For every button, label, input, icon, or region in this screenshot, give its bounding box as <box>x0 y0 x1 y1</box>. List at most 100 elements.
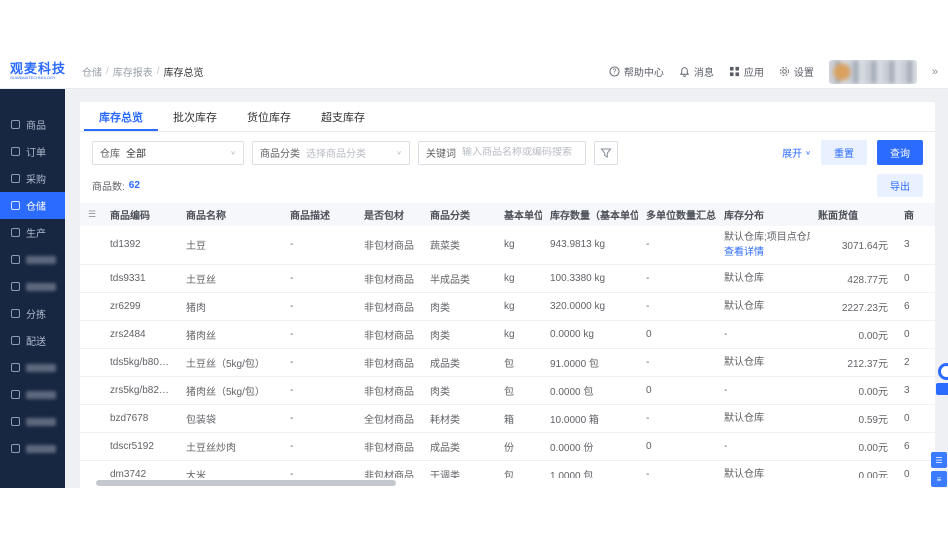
grid-icon <box>729 66 739 77</box>
cell-unit: 份 <box>496 432 542 461</box>
cell-multi: 0 <box>638 432 716 461</box>
feedback-float-icon[interactable] <box>938 363 948 380</box>
tab-batch[interactable]: 批次库存 <box>158 102 232 131</box>
row-gutter <box>80 348 102 377</box>
app-logo[interactable]: 观麦科技 GUANMAITECHNOLOGY <box>10 62 72 81</box>
cell-pack: 非包材商品 <box>356 460 422 478</box>
row-gutter <box>80 432 102 461</box>
cell-desc: - <box>282 226 356 265</box>
chevron-right-icon[interactable]: » <box>932 66 938 78</box>
warehouse-distribution: 默认仓库 <box>724 272 764 284</box>
sidebar-item-purchase[interactable]: 采购 <box>0 165 65 192</box>
cell-cat: 耗材类 <box>422 404 496 433</box>
tab-location[interactable]: 货位库存 <box>232 102 306 131</box>
cell-desc: - <box>282 292 356 321</box>
sidebar-item-production[interactable]: 生产 <box>0 219 65 246</box>
sidebar-item-warehouse[interactable]: 仓储 <box>0 192 65 219</box>
warehouse-distribution: 默认仓库;项目点仓库 <box>724 231 810 243</box>
cell-multi: - <box>638 292 716 321</box>
cell-dist: 默认仓库;项目点仓库 查看详情 <box>716 226 810 265</box>
row-gutter <box>80 376 102 405</box>
cell-name: 猪肉丝 <box>178 320 282 349</box>
sidebar-item-redacted-5[interactable] <box>0 408 65 435</box>
sidebar-item-goods[interactable]: 商品 <box>0 111 65 138</box>
sidebar-item-redacted-4[interactable] <box>0 381 65 408</box>
sidebar-item-redacted-6[interactable] <box>0 435 65 462</box>
cell-multi: - <box>638 226 716 265</box>
cell-multi: - <box>638 264 716 293</box>
settings-button[interactable]: 设置 <box>779 64 814 79</box>
column-settings-icon[interactable]: ☰ <box>88 209 96 219</box>
category-placeholder: 选择商品分类 <box>306 149 366 160</box>
advanced-filter-button[interactable] <box>594 140 618 165</box>
sidebar-item-sorting[interactable]: 分拣 <box>0 300 65 327</box>
tab-overdraw[interactable]: 超支库存 <box>306 102 380 131</box>
cell-desc: - <box>282 348 356 377</box>
avatar[interactable] <box>828 59 917 84</box>
customer-service-float-button[interactable]: ☰ <box>931 452 947 468</box>
redacted-label <box>26 255 56 264</box>
cell-extra: 0 <box>896 320 935 349</box>
redacted-3-icon <box>11 363 20 372</box>
redacted-label <box>26 444 56 453</box>
toolbox-float-button[interactable]: ≡ <box>931 471 947 487</box>
cell-name: 土豆丝 <box>178 264 282 293</box>
logo-text: 观麦科技 <box>10 61 67 77</box>
column-header-desc: 商品描述 <box>282 203 356 226</box>
warehouse-select[interactable]: 仓库 全部 ∨ <box>92 140 244 165</box>
chevron-down-icon: ∨ <box>805 149 811 156</box>
category-select[interactable]: 商品分类 选择商品分类 ∨ <box>252 140 410 165</box>
production-icon <box>11 228 20 237</box>
column-settings-cell: ☰ <box>80 203 102 226</box>
warehouse-label: 仓库 <box>100 149 120 160</box>
tab-overview[interactable]: 库存总览 <box>84 102 158 131</box>
sidebar-menu: 商品 订单 采购 仓储 生产分拣 配送 <box>0 111 65 462</box>
cell-unit: 箱 <box>496 404 542 433</box>
warehouse-icon <box>11 201 20 210</box>
cell-dist: 默认仓库 <box>716 404 810 433</box>
cell-name: 包装袋 <box>178 404 282 433</box>
redacted-5-icon <box>11 417 20 426</box>
tab-bar: 库存总览 批次库存 货位库存 超支库存 <box>80 102 935 132</box>
cell-cat: 成品类 <box>422 348 496 377</box>
cell-dist: - <box>716 376 810 405</box>
scrollbar-thumb[interactable] <box>96 480 396 486</box>
table-container: ☰ 商品编码商品名称商品描述是否包材商品分类基本单位库存数量（基本单位）多单位数量… <box>80 203 935 478</box>
filter-bar: 仓库 全部 ∨ 商品分类 选择商品分类 ∨ 关键词 输入商品名称或编码搜索 展开… <box>80 132 935 171</box>
purchase-icon <box>11 174 20 183</box>
sidebar-item-redacted-1[interactable] <box>0 246 65 273</box>
cell-desc: - <box>282 432 356 461</box>
apps-button[interactable]: 应用 <box>729 64 764 79</box>
sidebar-item-orders[interactable]: 订单 <box>0 138 65 165</box>
cell-name: 土豆 <box>178 226 282 265</box>
warehouse-distribution: - <box>724 384 728 396</box>
view-details-link[interactable]: 查看详情 <box>724 245 802 260</box>
avatar-blur <box>828 59 917 84</box>
sidebar-item-redacted-3[interactable] <box>0 354 65 381</box>
cell-cat: 半成品类 <box>422 264 496 293</box>
task-float-tab[interactable] <box>936 383 948 395</box>
breadcrumb-item[interactable]: 库存报表 <box>113 64 153 79</box>
inventory-table: ☰ 商品编码商品名称商品描述是否包材商品分类基本单位库存数量（基本单位）多单位数量… <box>80 203 935 478</box>
table-row: tds5kg/b8075 土豆丝（5kg/包） - 非包材商品 成品类包 91.0000 … <box>80 348 935 377</box>
breadcrumb-item[interactable]: 仓储 <box>82 64 102 79</box>
expand-toggle[interactable]: 展开 ∨ <box>782 145 811 160</box>
cell-extra: 3 <box>896 226 935 265</box>
cell-multi: - <box>638 348 716 377</box>
top-bar: 观麦科技 GUANMAITECHNOLOGY 仓储 / 库存报表 / 库存总览 ? 帮助… <box>0 55 948 89</box>
reset-button[interactable]: 重置 <box>821 140 867 165</box>
horizontal-scrollbar[interactable] <box>80 478 935 488</box>
export-button[interactable]: 导出 <box>877 174 923 197</box>
messages-button[interactable]: 消息 <box>679 64 714 79</box>
column-header-qty: 库存数量（基本单位） <box>542 203 638 226</box>
breadcrumb-item: 库存总览 <box>163 68 204 79</box>
cell-multi: - <box>638 404 716 433</box>
cell-extra: 6 <box>896 292 935 321</box>
sidebar-item-redacted-2[interactable] <box>0 273 65 300</box>
cell-desc: - <box>282 320 356 349</box>
query-button[interactable]: 查询 <box>877 140 923 165</box>
help-center-button[interactable]: ? 帮助中心 <box>609 64 664 79</box>
keyword-input[interactable] <box>462 147 578 158</box>
cell-extra: 0 <box>896 460 935 478</box>
sidebar-item-delivery[interactable]: 配送 <box>0 327 65 354</box>
